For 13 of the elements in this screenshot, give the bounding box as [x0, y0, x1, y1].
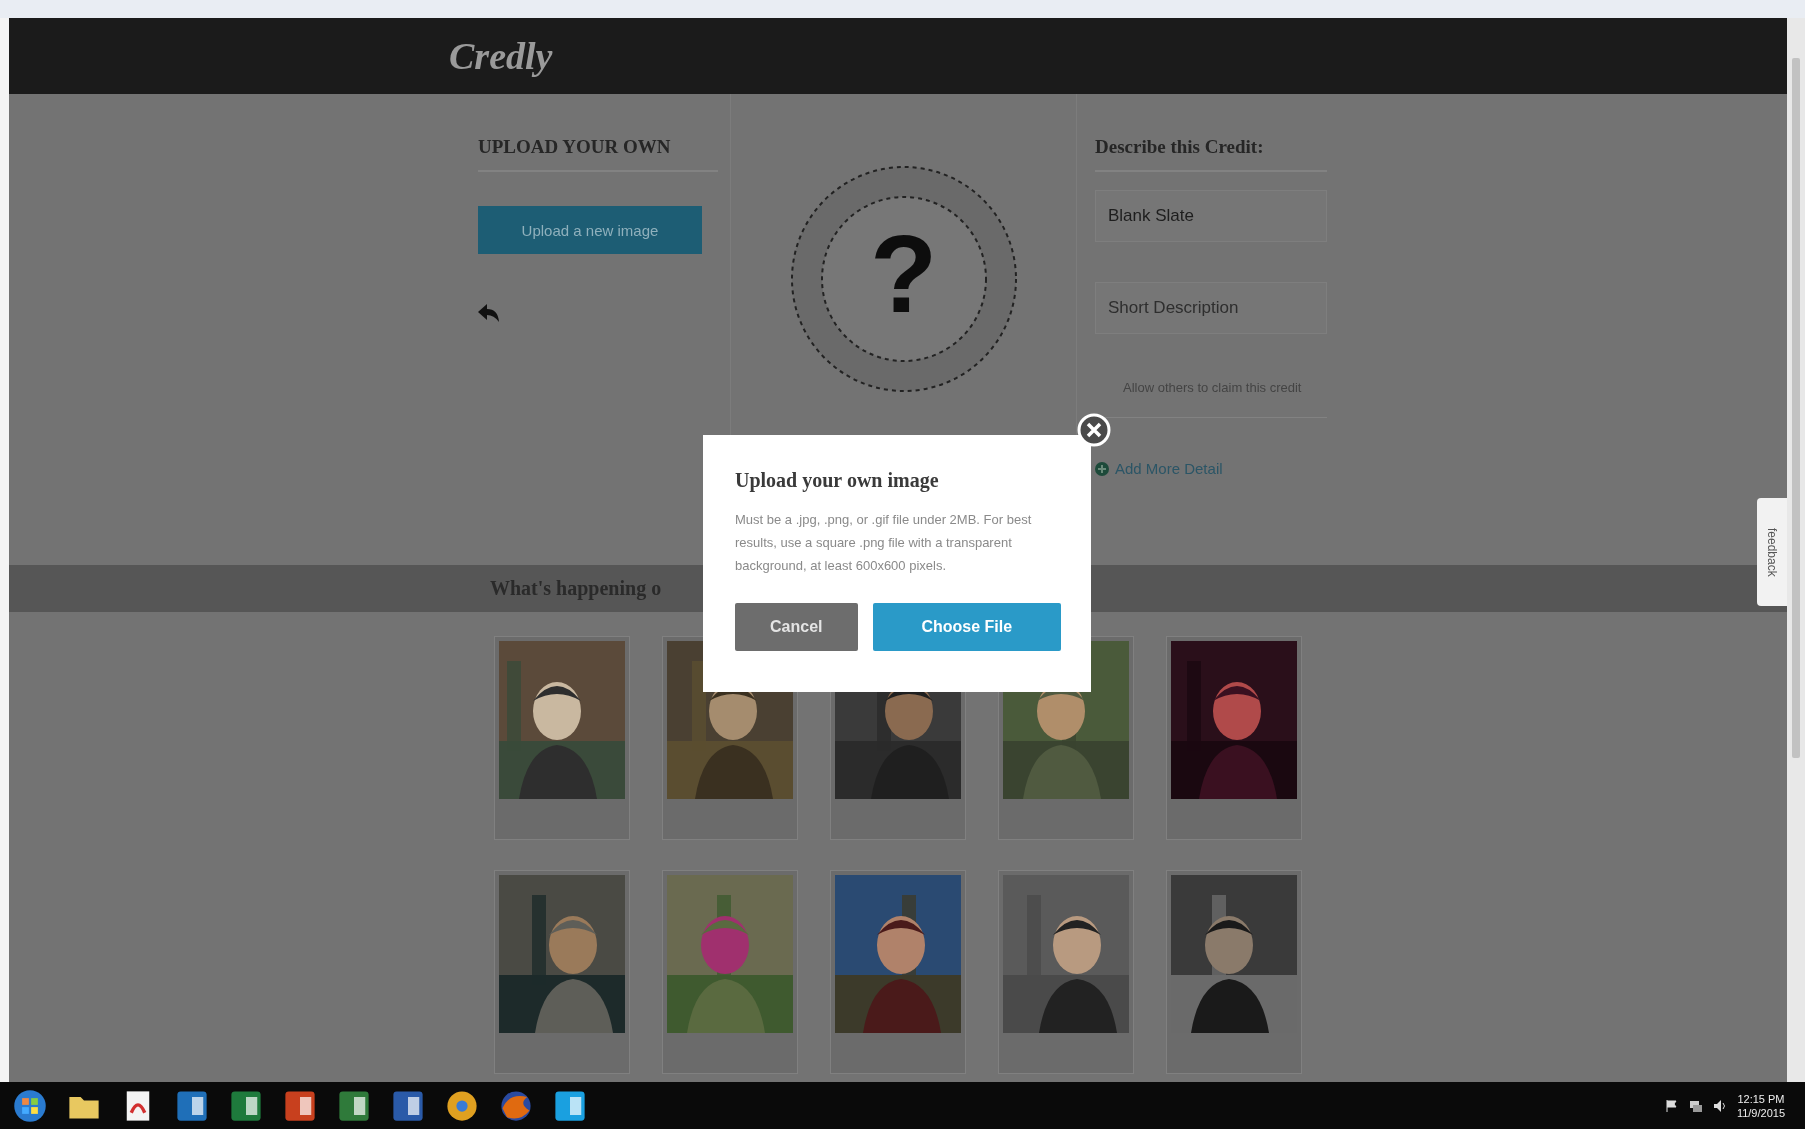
panel-heading: UPLOAD YOUR OWN — [478, 136, 718, 172]
cancel-button[interactable]: Cancel — [735, 603, 858, 651]
choose-file-button[interactable]: Choose File — [872, 603, 1061, 651]
dialog-title: Upload your own image — [735, 469, 940, 492]
clock[interactable]: 12:15 PM 11/9/2015 — [1736, 1091, 1785, 1120]
description-field[interactable]: Short Description — [1095, 282, 1327, 334]
title-field[interactable]: Blank Slate — [1095, 190, 1327, 242]
dialog-message: Must be a .jpg, .png, or .gif file under 2MB. For best results, use a square .png file with a transparent background, at least 600x600 pixels. — [735, 511, 1033, 575]
panel-heading: Describe this Credit: — [1095, 136, 1327, 172]
question-mark: ? — [868, 211, 939, 337]
upload-image-button[interactable]: Upload a new image — [478, 206, 702, 254]
feedback-tab[interactable]: feedback — [1757, 498, 1787, 606]
logo[interactable]: Credly — [449, 34, 553, 78]
